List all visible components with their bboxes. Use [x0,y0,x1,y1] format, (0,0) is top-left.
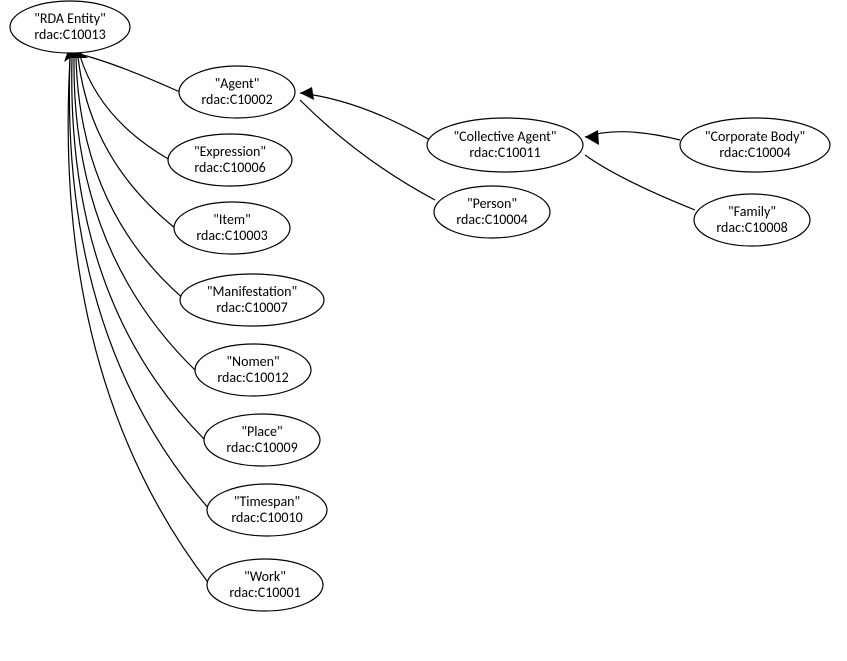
edge-collective-to-agent [300,93,430,140]
rda-entity-diagram: "RDA Entity" rdac:C10013 "Agent" rdac:C1… [0,0,847,661]
node-item: "Item" rdac:C10003 [174,202,290,254]
node-rda-entity: "RDA Entity" rdac:C10013 [10,1,130,53]
node-family: "Family" rdac:C10008 [694,194,810,246]
edge-family-to-collective [585,155,695,210]
timespan-label: "Timespan" [234,493,300,510]
node-work: "Work" rdac:C10001 [207,559,323,611]
nomen-code: rdac:C10012 [217,369,288,386]
node-expression: "Expression" rdac:C10006 [168,134,292,186]
arrowhead-agent [300,87,314,100]
item-label: "Item" [213,211,250,228]
expression-code: rdac:C10006 [194,159,265,176]
node-person: "Person" rdac:C10004 [434,186,550,238]
node-collective-agent: "Collective Agent" rdac:C10011 [427,118,583,172]
rda-entity-code: rdac:C10013 [34,26,105,43]
node-corporate-body: "Corporate Body" rdac:C10004 [680,118,830,172]
family-label: "Family" [728,203,776,220]
agent-label: "Agent" [215,75,260,92]
place-code: rdac:C10009 [226,439,297,456]
edge-manifestation-to-root [76,57,185,300]
agent-code: rdac:C10002 [201,91,272,108]
edge-timespan-to-root [69,58,210,510]
edge-corporate-to-collective [585,132,680,140]
edge-agent-to-root [83,55,180,92]
work-code: rdac:C10001 [229,584,300,601]
node-place: "Place" rdac:C10009 [204,414,320,466]
corporate-body-label: "Corporate Body" [705,128,805,145]
node-agent: "Agent" rdac:C10002 [179,66,295,118]
collective-agent-code: rdac:C10011 [469,144,540,161]
rda-entity-label: "RDA Entity" [34,10,105,27]
family-code: rdac:C10008 [716,219,787,236]
edge-nomen-to-root [74,58,195,370]
manifestation-label: "Manifestation" [207,283,297,300]
edge-person-to-agent [300,100,435,200]
node-timespan: "Timespan" rdac:C10010 [207,484,327,536]
nomen-label: "Nomen" [226,353,279,370]
node-manifestation: "Manifestation" rdac:C10007 [180,274,324,326]
expression-label: "Expression" [194,143,266,160]
manifestation-code: rdac:C10007 [216,299,287,316]
place-label: "Place" [241,423,282,440]
node-nomen: "Nomen" rdac:C10012 [195,344,311,396]
collective-agent-label: "Collective Agent" [454,128,557,145]
item-code: rdac:C10003 [196,227,267,244]
edge-expression-to-root [80,56,170,160]
corporate-body-code: rdac:C10004 [719,144,790,161]
timespan-code: rdac:C10010 [231,509,302,526]
arrowhead-collective [585,130,599,145]
person-code: rdac:C10004 [456,211,527,228]
edge-work-to-root [68,59,210,585]
person-label: "Person" [467,195,517,212]
work-label: "Work" [244,568,286,585]
